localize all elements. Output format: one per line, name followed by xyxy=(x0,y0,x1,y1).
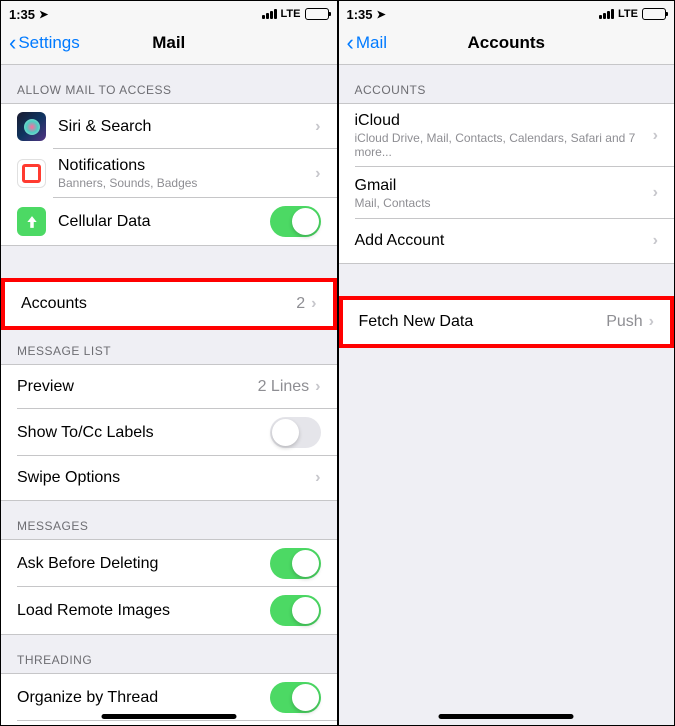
section-header-accounts: ACCOUNTS xyxy=(339,65,675,103)
status-bar: 1:35 ➤ LTE xyxy=(1,1,337,21)
section-header-allow: ALLOW MAIL TO ACCESS xyxy=(1,65,337,103)
back-label: Mail xyxy=(356,33,387,53)
battery-icon xyxy=(305,8,329,20)
mail-settings-screen: 1:35 ➤ LTE ‹Settings Mail ALLOW MAIL TO A… xyxy=(1,1,339,725)
page-title: Accounts xyxy=(339,33,675,53)
chevron-right-icon: › xyxy=(653,184,658,202)
chevron-right-icon: › xyxy=(653,232,658,250)
siri-search-row[interactable]: Siri & Search › xyxy=(1,104,337,149)
status-bar: 1:35 ➤ LTE xyxy=(339,1,675,21)
chevron-right-icon: › xyxy=(315,378,320,396)
content: ACCOUNTS iCloudiCloud Drive, Mail, Conta… xyxy=(339,65,675,725)
fetch-value: Push xyxy=(606,313,642,331)
nav-bar: ‹Settings Mail xyxy=(1,21,337,65)
notifications-icon xyxy=(17,159,46,188)
accounts-label: Accounts xyxy=(21,295,296,313)
home-indicator[interactable] xyxy=(439,714,574,719)
location-icon: ➤ xyxy=(39,8,48,21)
load-switch[interactable] xyxy=(270,595,321,626)
nav-bar: ‹Mail Accounts xyxy=(339,21,675,65)
section-header-threading: THREADING xyxy=(1,635,337,673)
tocc-label: Show To/Cc Labels xyxy=(17,424,270,442)
chevron-right-icon: › xyxy=(653,127,658,145)
load-images-row[interactable]: Load Remote Images xyxy=(1,587,337,634)
icloud-label: iCloud xyxy=(355,112,653,130)
notifications-row[interactable]: NotificationsBanners, Sounds, Badges › xyxy=(1,149,337,198)
preview-row[interactable]: Preview 2 Lines › xyxy=(1,365,337,409)
chevron-right-icon: › xyxy=(315,469,320,487)
location-icon: ➤ xyxy=(377,8,386,21)
battery-icon xyxy=(642,8,666,20)
tocc-switch[interactable] xyxy=(270,417,321,448)
add-label: Add Account xyxy=(355,232,653,250)
fetch-label: Fetch New Data xyxy=(359,313,607,331)
chevron-right-icon: › xyxy=(315,118,320,136)
status-time: 1:35 xyxy=(9,7,35,22)
accounts-screen: 1:35 ➤ LTE ‹Mail Accounts ACCOUNTS iCloud… xyxy=(339,1,675,725)
chevron-right-icon: › xyxy=(311,295,316,313)
ask-delete-row[interactable]: Ask Before Deleting xyxy=(1,540,337,587)
cellular-icon xyxy=(17,207,46,236)
load-label: Load Remote Images xyxy=(17,602,270,620)
preview-label: Preview xyxy=(17,378,258,396)
chevron-right-icon: › xyxy=(315,165,320,183)
gmail-sub: Mail, Contacts xyxy=(355,196,653,210)
siri-label: Siri & Search xyxy=(58,118,315,136)
gmail-row[interactable]: GmailMail, Contacts › xyxy=(339,167,675,219)
signal-icon xyxy=(262,9,277,19)
chevron-right-icon: › xyxy=(649,313,654,331)
siri-icon xyxy=(17,112,46,141)
network-label: LTE xyxy=(618,8,638,20)
collapse-row[interactable]: Collapse Read Messages xyxy=(1,721,337,725)
tocc-row[interactable]: Show To/Cc Labels xyxy=(1,409,337,456)
notif-label: Notifications xyxy=(58,157,315,175)
cellular-switch[interactable] xyxy=(270,206,321,237)
home-indicator[interactable] xyxy=(101,714,236,719)
swipe-label: Swipe Options xyxy=(17,469,315,487)
status-time: 1:35 xyxy=(347,7,373,22)
back-label: Settings xyxy=(18,33,79,53)
back-button[interactable]: ‹Settings xyxy=(9,30,80,56)
cellular-label: Cellular Data xyxy=(58,213,270,231)
cellular-data-row[interactable]: Cellular Data xyxy=(1,198,337,245)
organize-label: Organize by Thread xyxy=(17,689,270,707)
signal-icon xyxy=(599,9,614,19)
add-account-row[interactable]: Add Account › xyxy=(339,219,675,263)
accounts-row[interactable]: Accounts 2 › xyxy=(5,282,333,326)
fetch-new-data-row[interactable]: Fetch New Data Push › xyxy=(343,300,671,344)
ask-label: Ask Before Deleting xyxy=(17,555,270,573)
chevron-left-icon: ‹ xyxy=(9,30,16,56)
preview-value: 2 Lines xyxy=(258,378,310,396)
icloud-row[interactable]: iCloudiCloud Drive, Mail, Contacts, Cale… xyxy=(339,104,675,167)
section-header-messages: MESSAGES xyxy=(1,501,337,539)
organize-switch[interactable] xyxy=(270,682,321,713)
network-label: LTE xyxy=(281,8,301,20)
gmail-label: Gmail xyxy=(355,177,653,195)
swipe-row[interactable]: Swipe Options › xyxy=(1,456,337,500)
accounts-count: 2 xyxy=(296,295,305,313)
ask-switch[interactable] xyxy=(270,548,321,579)
chevron-left-icon: ‹ xyxy=(347,30,354,56)
notif-sub: Banners, Sounds, Badges xyxy=(58,176,315,190)
section-header-msglist: MESSAGE LIST xyxy=(1,326,337,364)
content: ALLOW MAIL TO ACCESS Siri & Search › Not… xyxy=(1,65,337,725)
icloud-sub: iCloud Drive, Mail, Contacts, Calendars,… xyxy=(355,131,653,159)
back-button[interactable]: ‹Mail xyxy=(347,30,388,56)
